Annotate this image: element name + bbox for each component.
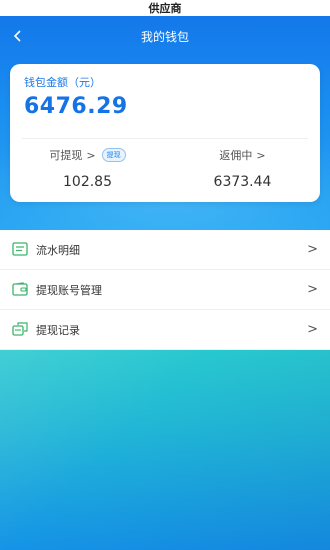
ledger-icon: [12, 242, 28, 256]
wallet-card: 钱包金额（元） 6476.29 可提现 > 提现 102.85 返佣中 > 63…: [10, 64, 320, 202]
wallet-menu-list: 流水明细 > 提现账号管理 > 提现记录 >: [0, 230, 330, 350]
withdrawable-label: 可提现: [49, 149, 83, 162]
commission-amount: 6373.44: [213, 174, 272, 190]
menu-item-withdraw-account[interactable]: 提现账号管理 >: [0, 270, 330, 310]
back-button[interactable]: [8, 26, 28, 46]
commission-section[interactable]: 返佣中 > 6373.44: [165, 146, 320, 198]
wallet-balance-label: 钱包金额（元）: [24, 76, 101, 89]
wallet-balance-amount: 6476.29: [24, 94, 128, 119]
withdraw-record-icon: [12, 322, 28, 336]
menu-item-label: 提现账号管理: [36, 283, 102, 297]
nav-bar: 我的钱包: [0, 16, 330, 56]
withdrawable-title-row: 可提现 > 提现: [49, 146, 126, 164]
chevron-right-icon: >: [307, 242, 318, 257]
withdrawable-amount: 102.85: [63, 174, 112, 190]
wallet-account-icon: [12, 282, 28, 296]
menu-item-label: 流水明细: [36, 243, 80, 257]
commission-label: 返佣中: [219, 149, 253, 162]
chevron-left-icon: [13, 30, 21, 42]
menu-item-ledger[interactable]: 流水明细 >: [0, 230, 330, 270]
withdrawable-section[interactable]: 可提现 > 提现 102.85: [10, 146, 165, 198]
menu-item-label: 提现记录: [36, 323, 80, 337]
page-title: 我的钱包: [140, 29, 189, 44]
chevron-right-icon: >: [307, 282, 318, 297]
menu-item-withdraw-record[interactable]: 提现记录 >: [0, 310, 330, 350]
commission-title-row: 返佣中 >: [219, 146, 265, 164]
withdraw-tag-button[interactable]: 提现: [101, 148, 126, 162]
status-bar: 供应商: [0, 0, 330, 16]
chevron-right-icon: >: [86, 148, 96, 162]
chevron-right-icon: >: [256, 148, 266, 162]
footer-background: [0, 350, 330, 550]
chevron-right-icon: >: [307, 322, 318, 337]
status-bar-title: 供应商: [148, 2, 182, 15]
divider: [22, 138, 308, 139]
